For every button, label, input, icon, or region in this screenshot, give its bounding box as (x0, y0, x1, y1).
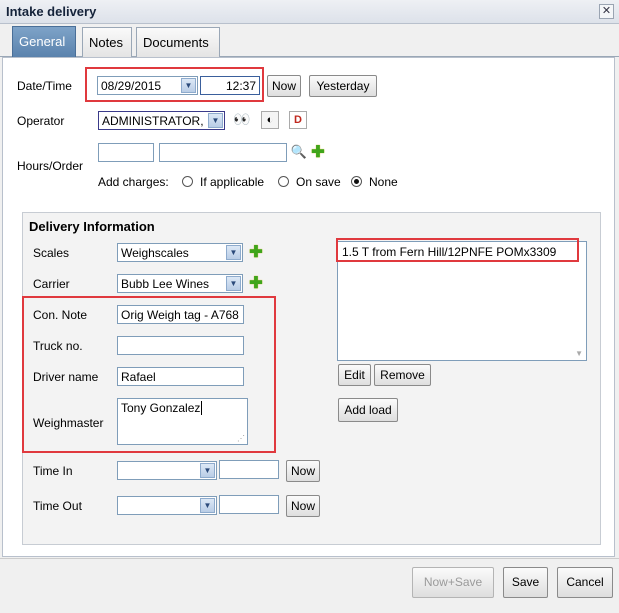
delivery-information-title: Delivery Information (29, 219, 155, 234)
con-note-label: Con. Note (33, 308, 88, 322)
truck-no-input[interactable] (117, 336, 244, 355)
loads-list[interactable]: 1.5 T from Fern Hill/12PNFE POMx3309 ▼ (337, 241, 587, 361)
document-id-icon[interactable]: D (289, 111, 307, 129)
operator-select[interactable]: ADMINISTRATOR, ▼ (98, 111, 225, 130)
scales-select[interactable]: Weighscales ▼ (117, 243, 243, 262)
chevron-down-icon[interactable]: ▼ (226, 245, 241, 260)
time-in-label: Time In (33, 464, 73, 478)
add-order-icon[interactable]: ✚ (310, 145, 326, 161)
time-in-now-button[interactable]: Now (286, 460, 320, 482)
radio-none[interactable] (351, 176, 362, 187)
time-out-date-select[interactable]: ▼ (117, 496, 217, 515)
add-load-button[interactable]: Add load (338, 398, 398, 422)
hours-order-label: Hours/Order (17, 159, 84, 173)
chevron-down-icon[interactable]: ▼ (226, 276, 241, 291)
scales-label: Scales (33, 246, 70, 260)
chevron-down-icon[interactable]: ▼ (200, 498, 215, 513)
list-item[interactable]: 1.5 T from Fern Hill/12PNFE POMx3309 (338, 242, 586, 262)
tab-notes[interactable]: Notes (82, 27, 132, 57)
radio-if-applicable[interactable] (182, 176, 193, 187)
weighmaster-label: Weighmaster (33, 416, 104, 430)
date-picker[interactable]: 08/29/2015 ▼ (97, 76, 198, 95)
weighmaster-value: Tony Gonzalez (121, 401, 201, 415)
time-out-input[interactable] (219, 495, 279, 514)
resize-grip-icon[interactable]: ⋰ (237, 434, 245, 443)
tab-documents[interactable]: Documents (136, 27, 220, 57)
carrier-select[interactable]: Bubb Lee Wines ▼ (117, 274, 243, 293)
add-scales-icon[interactable]: ✚ (248, 245, 264, 261)
operator-value: ADMINISTRATOR, (102, 114, 204, 128)
date-value: 08/29/2015 (101, 79, 162, 93)
time-input[interactable]: 12:37 (200, 76, 260, 95)
edit-load-button[interactable]: Edit (338, 364, 371, 386)
order-input[interactable] (159, 143, 287, 162)
remove-load-button[interactable]: Remove (374, 364, 431, 386)
tab-bar: General Notes Documents (0, 24, 619, 57)
time-out-label: Time Out (33, 499, 82, 513)
now-button[interactable]: Now (267, 75, 301, 97)
radio-on-save[interactable] (278, 176, 289, 187)
binoculars-icon[interactable]: 👀 (233, 111, 251, 129)
chevron-down-icon[interactable]: ▼ (181, 78, 196, 93)
scroll-down-icon[interactable]: ▼ (575, 349, 583, 358)
datetime-label: Date/Time (17, 79, 72, 93)
time-in-input[interactable] (219, 460, 279, 479)
search-icon[interactable]: 🔍 (290, 144, 308, 162)
save-button[interactable]: Save (503, 567, 548, 598)
driver-name-label: Driver name (33, 370, 99, 384)
charge-option-none: None (369, 175, 398, 189)
carrier-label: Carrier (33, 277, 70, 291)
truck-no-label: Truck no. (33, 339, 83, 353)
window-title: Intake delivery (6, 4, 97, 19)
charge-option-on-save: On save (296, 175, 341, 189)
scales-value: Weighscales (121, 246, 189, 260)
title-bar: Intake delivery ✕ (0, 0, 619, 24)
weighmaster-textarea[interactable]: Tony Gonzalez ⋰ (117, 398, 248, 445)
driver-name-input[interactable]: Rafael (117, 367, 244, 386)
add-charges-label: Add charges: (98, 175, 169, 189)
charge-option-if-applicable: If applicable (200, 175, 265, 189)
operator-label: Operator (17, 114, 65, 128)
con-note-input[interactable]: Orig Weigh tag - A768 (117, 305, 244, 324)
cancel-button[interactable]: Cancel (557, 567, 613, 598)
add-carrier-icon[interactable]: ✚ (248, 276, 264, 292)
chevron-down-icon[interactable]: ▼ (200, 463, 215, 478)
hours-input[interactable] (98, 143, 154, 162)
text-cursor (201, 401, 203, 415)
now-save-button[interactable]: Now+Save (412, 567, 494, 598)
time-in-date-select[interactable]: ▼ (117, 461, 217, 480)
carrier-value: Bubb Lee Wines (121, 277, 210, 291)
close-icon[interactable]: ✕ (599, 4, 614, 19)
chevron-down-icon[interactable]: ▼ (208, 113, 223, 128)
yesterday-button[interactable]: Yesterday (309, 75, 377, 97)
tab-general[interactable]: General (12, 26, 76, 57)
user-lookup-icon[interactable]: ◐ (261, 111, 279, 129)
time-out-now-button[interactable]: Now (286, 495, 320, 517)
